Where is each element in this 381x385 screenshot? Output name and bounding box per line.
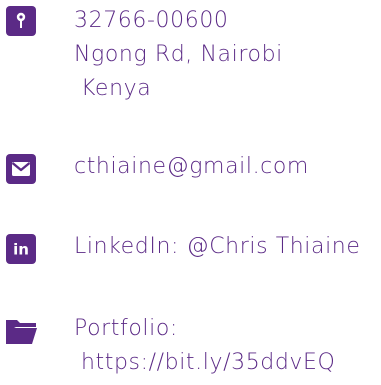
location-pin-icon [6,6,36,36]
email-link[interactable]: cthiaine@gmail.com [74,150,309,184]
contact-card: 32766-00600 Ngong Rd, Nairobi Kenya cthi… [0,0,381,385]
address-text: 32766-00600 Ngong Rd, Nairobi Kenya [74,4,283,106]
address-line-country: Kenya [81,76,152,101]
portfolio-text: Portfolio: https://bit.ly/35ddvEQ [74,312,335,380]
address-line-postal: 32766-00600 [74,8,229,33]
portfolio-label: Portfolio: [74,316,178,341]
portfolio-link[interactable]: https://bit.ly/35ddvEQ [74,346,335,380]
linkedin-icon-label: in [13,241,29,259]
folder-icon [6,320,37,344]
linkedin-link[interactable]: LinkedIn: @Chris Thiaine [74,230,361,264]
address-line-street: Ngong Rd, Nairobi [74,42,283,67]
envelope-icon [6,154,36,184]
linkedin-icon: in [6,234,36,264]
